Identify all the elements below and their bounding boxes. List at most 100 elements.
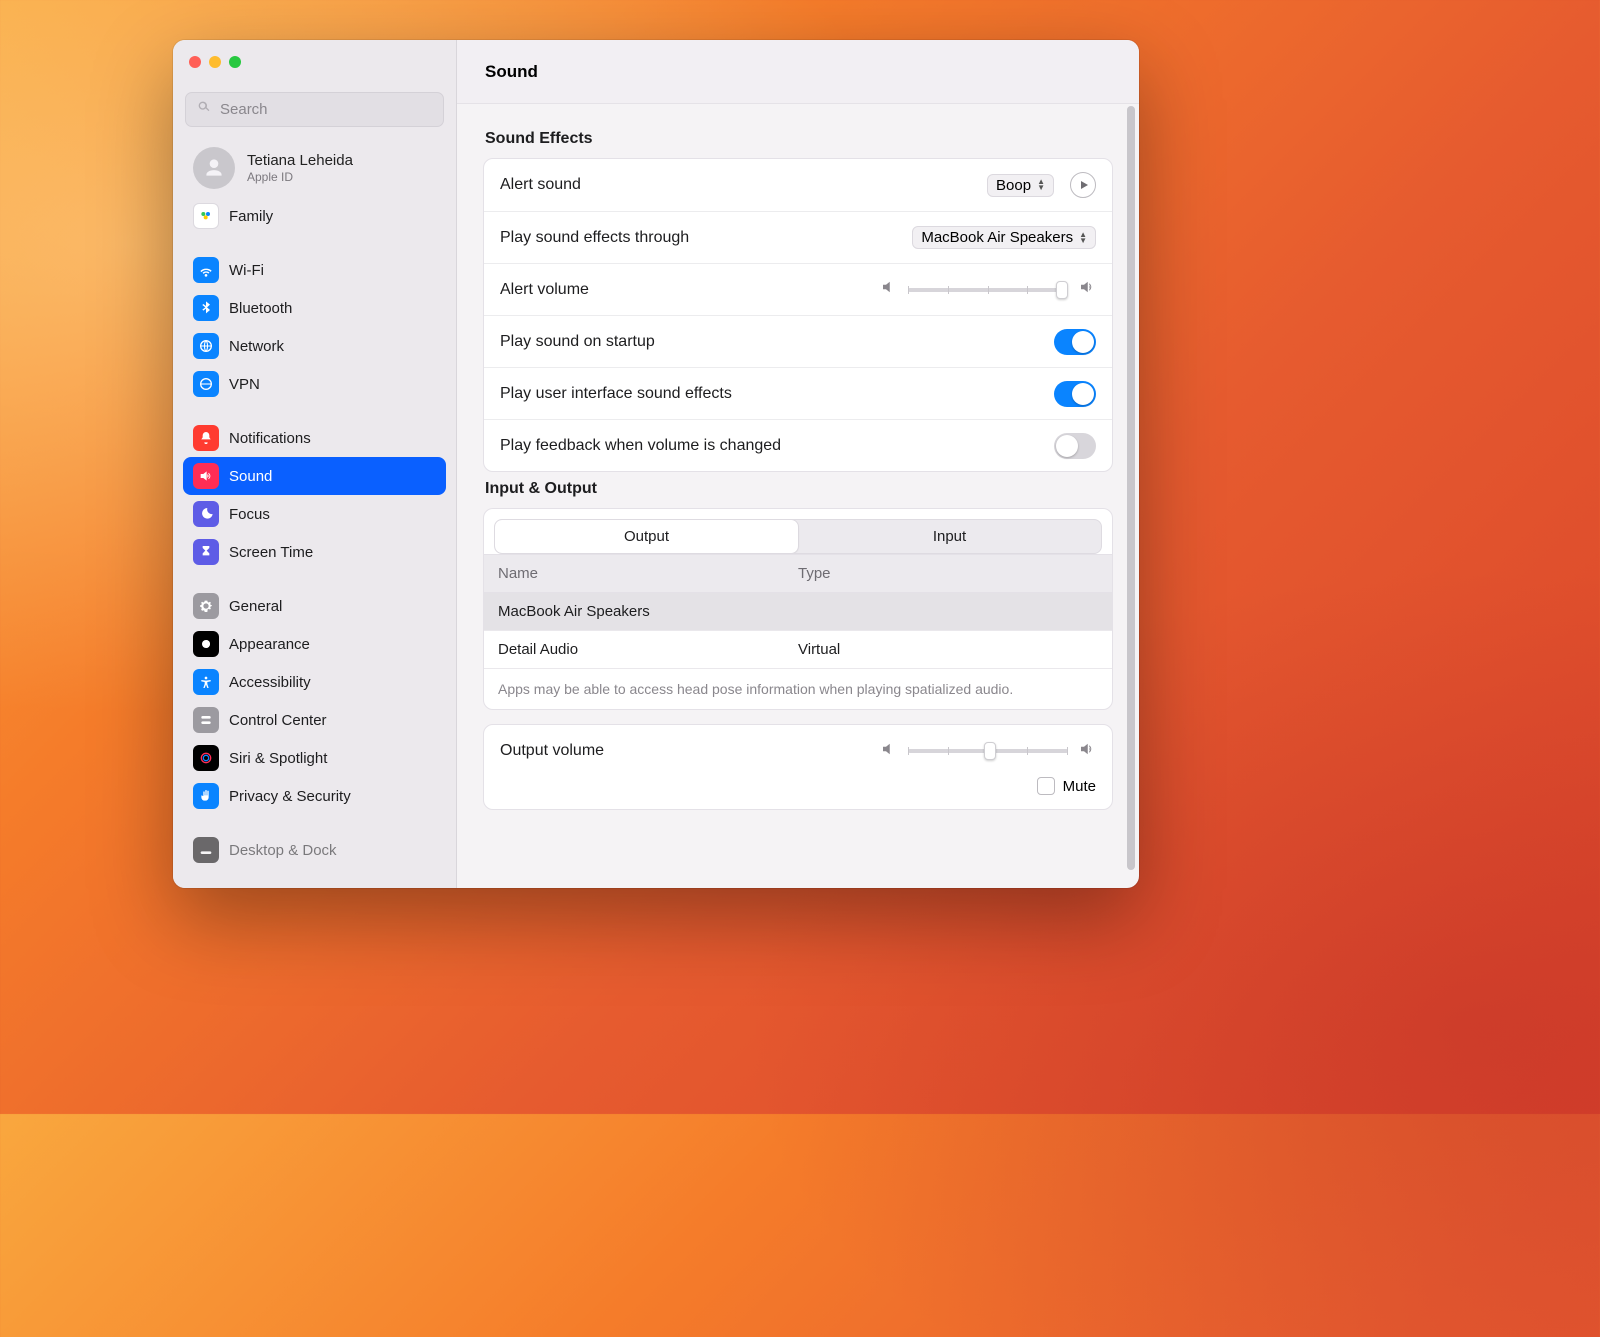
apple-id-row[interactable]: Tetiana Leheida Apple ID xyxy=(183,139,446,197)
device-name: Detail Audio xyxy=(498,641,798,658)
speaker-low-icon xyxy=(880,278,898,301)
system-settings-window: Tetiana Leheida Apple ID Family Wi-Fi Bl… xyxy=(173,40,1139,888)
sidebar-item-sound[interactable]: Sound xyxy=(183,457,446,495)
sidebar-item-label: Family xyxy=(229,208,273,225)
search-icon xyxy=(196,99,212,120)
mute-label: Mute xyxy=(1063,778,1096,795)
alert-volume-slider[interactable] xyxy=(908,288,1068,292)
sidebar-item-accessibility[interactable]: Accessibility xyxy=(183,663,446,701)
sidebar-item-appearance[interactable]: Appearance xyxy=(183,625,446,663)
sidebar-item-label: Screen Time xyxy=(229,544,313,561)
io-tabs: Output Input xyxy=(494,519,1102,554)
section-input-output: Input & Output xyxy=(485,480,1111,498)
startup-sound-toggle[interactable] xyxy=(1054,329,1096,355)
volume-feedback-toggle[interactable] xyxy=(1054,433,1096,459)
minimize-button[interactable] xyxy=(209,56,221,68)
hourglass-icon xyxy=(193,539,219,565)
speaker-high-icon xyxy=(1078,278,1096,301)
bell-icon xyxy=(193,425,219,451)
search-field[interactable] xyxy=(185,92,444,127)
sidebar-item-wifi[interactable]: Wi-Fi xyxy=(183,251,446,289)
output-volume-card: Output volume Mute xyxy=(483,724,1113,810)
sidebar-item-label: Desktop & Dock xyxy=(229,842,337,859)
content-scroll[interactable]: Sound Effects Alert sound Boop ▲▼ Play s… xyxy=(457,104,1139,888)
sidebar-item-general[interactable]: General xyxy=(183,587,446,625)
bluetooth-icon xyxy=(193,295,219,321)
device-name: MacBook Air Speakers xyxy=(498,603,798,620)
gear-icon xyxy=(193,593,219,619)
sidebar-item-label: Notifications xyxy=(229,430,311,447)
alert-sound-label: Alert sound xyxy=(500,176,971,194)
account-sub: Apple ID xyxy=(247,170,353,184)
ui-sounds-label: Play user interface sound effects xyxy=(500,385,1038,403)
play-alert-button[interactable] xyxy=(1070,172,1096,198)
speaker-low-icon xyxy=(880,740,898,763)
scrollbar[interactable] xyxy=(1127,106,1135,870)
play-through-popup[interactable]: MacBook Air Speakers ▲▼ xyxy=(912,226,1096,249)
vpn-icon xyxy=(193,371,219,397)
sidebar-item-label: Control Center xyxy=(229,712,327,729)
play-through-value: MacBook Air Speakers xyxy=(921,229,1073,246)
sidebar-item-label: VPN xyxy=(229,376,260,393)
network-icon xyxy=(193,333,219,359)
device-row[interactable]: MacBook Air Speakers xyxy=(484,593,1112,631)
sidebar-scroll[interactable]: Tetiana Leheida Apple ID Family Wi-Fi Bl… xyxy=(173,135,456,881)
play-through-label: Play sound effects through xyxy=(500,229,896,247)
sidebar-item-label: Privacy & Security xyxy=(229,788,351,805)
alert-sound-popup[interactable]: Boop ▲▼ xyxy=(987,174,1054,197)
mute-checkbox[interactable] xyxy=(1037,777,1055,795)
devices-table: Name Type MacBook Air Speakers Detail Au… xyxy=(484,554,1112,669)
sidebar-item-label: General xyxy=(229,598,282,615)
sidebar-item-focus[interactable]: Focus xyxy=(183,495,446,533)
sidebar-item-label: Appearance xyxy=(229,636,310,653)
device-type xyxy=(798,603,1098,620)
sidebar-item-desktop-dock[interactable]: Desktop & Dock xyxy=(183,831,446,869)
page-title: Sound xyxy=(457,40,1139,104)
tab-output[interactable]: Output xyxy=(495,520,798,553)
close-button[interactable] xyxy=(189,56,201,68)
window-controls xyxy=(173,40,456,84)
sidebar-item-control-center[interactable]: Control Center xyxy=(183,701,446,739)
zoom-button[interactable] xyxy=(229,56,241,68)
tab-input[interactable]: Input xyxy=(798,520,1101,553)
sidebar-item-vpn[interactable]: VPN xyxy=(183,365,446,403)
io-card: Output Input Name Type MacBook Air Speak… xyxy=(483,508,1113,710)
sidebar-item-bluetooth[interactable]: Bluetooth xyxy=(183,289,446,327)
sidebar-item-network[interactable]: Network xyxy=(183,327,446,365)
sidebar-item-siri[interactable]: Siri & Spotlight xyxy=(183,739,446,777)
sound-effects-card: Alert sound Boop ▲▼ Play sound effects t… xyxy=(483,158,1113,472)
ui-sounds-toggle[interactable] xyxy=(1054,381,1096,407)
device-row[interactable]: Detail Audio Virtual xyxy=(484,631,1112,669)
hand-icon xyxy=(193,783,219,809)
sidebar: Tetiana Leheida Apple ID Family Wi-Fi Bl… xyxy=(173,40,457,888)
sidebar-item-family[interactable]: Family xyxy=(183,197,446,235)
speaker-high-icon xyxy=(1078,740,1096,763)
alert-volume-label: Alert volume xyxy=(500,281,864,299)
avatar xyxy=(193,147,235,189)
volume-feedback-label: Play feedback when volume is changed xyxy=(500,437,1038,455)
search-input[interactable] xyxy=(220,101,433,118)
control-center-icon xyxy=(193,707,219,733)
output-volume-label: Output volume xyxy=(500,742,864,760)
sidebar-item-notifications[interactable]: Notifications xyxy=(183,419,446,457)
account-name: Tetiana Leheida xyxy=(247,152,353,170)
appearance-icon xyxy=(193,631,219,657)
sidebar-item-label: Wi-Fi xyxy=(229,262,264,279)
sidebar-item-label: Bluetooth xyxy=(229,300,292,317)
accessibility-icon xyxy=(193,669,219,695)
section-sound-effects: Sound Effects xyxy=(485,130,1111,148)
output-volume-slider[interactable] xyxy=(908,749,1068,753)
spatial-audio-note: Apps may be able to access head pose inf… xyxy=(484,669,1112,709)
sidebar-item-label: Siri & Spotlight xyxy=(229,750,327,767)
sidebar-item-label: Network xyxy=(229,338,284,355)
sidebar-item-label: Accessibility xyxy=(229,674,311,691)
alert-sound-value: Boop xyxy=(996,177,1031,194)
chevron-up-down-icon: ▲▼ xyxy=(1037,179,1045,191)
sidebar-item-screentime[interactable]: Screen Time xyxy=(183,533,446,571)
dock-icon xyxy=(193,837,219,863)
sidebar-item-label: Sound xyxy=(229,468,272,485)
wifi-icon xyxy=(193,257,219,283)
siri-icon xyxy=(193,745,219,771)
family-icon xyxy=(193,203,219,229)
sidebar-item-privacy[interactable]: Privacy & Security xyxy=(183,777,446,815)
